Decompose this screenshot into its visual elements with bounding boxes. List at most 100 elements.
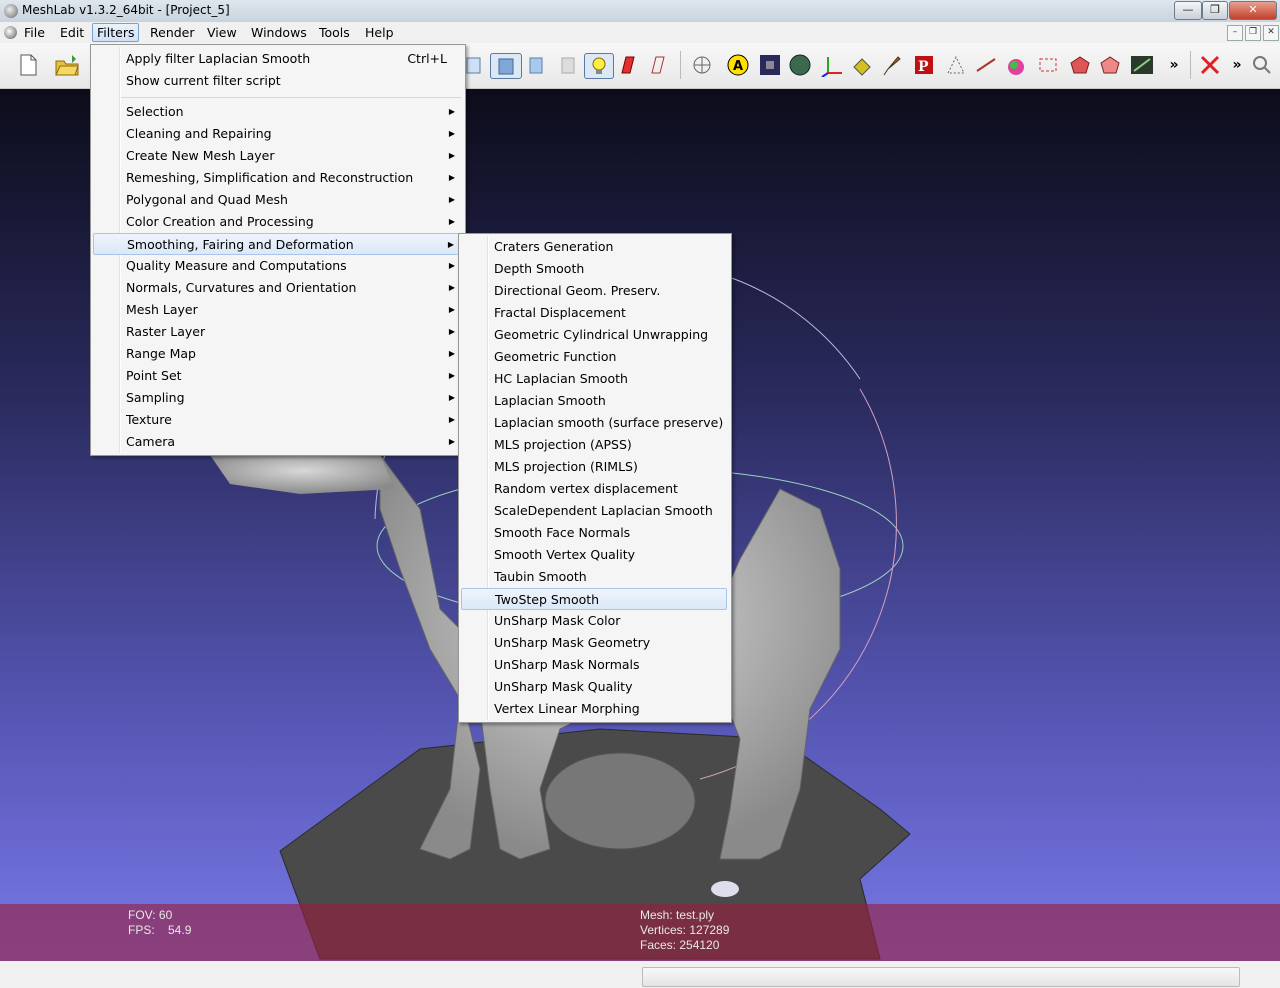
rainbow-paint-icon[interactable] (1004, 53, 1028, 77)
menu-item-label: Taubin Smooth (494, 569, 587, 584)
filter-category-polygonal-quad[interactable]: Polygonal and Quad Mesh ▶ (93, 189, 463, 211)
smoothing-filter-item[interactable]: Depth Smooth (461, 258, 727, 280)
select-faces-icon[interactable] (1036, 53, 1060, 77)
flat-lines-render-icon[interactable] (490, 53, 522, 79)
smoothing-filter-item[interactable]: Taubin Smooth (461, 566, 727, 588)
mdi-document-icon[interactable] (4, 26, 17, 39)
menu-item-label: Fractal Displacement (494, 305, 626, 320)
smoothing-filter-item[interactable]: Smooth Face Normals (461, 522, 727, 544)
submenu-arrow-icon: ▶ (448, 195, 455, 204)
filter-category-smoothing-fairing[interactable]: Smoothing, Fairing and Deformation ▶ (93, 233, 463, 255)
menu-item-label: Create New Mesh Layer (126, 148, 275, 163)
axes-icon[interactable] (820, 53, 844, 78)
smooth-render-icon[interactable] (524, 53, 548, 77)
new-project-icon[interactable] (16, 53, 40, 77)
open-folder-icon[interactable] (54, 53, 79, 77)
filter-category-quality-measure[interactable]: Quality Measure and Computations ▶ (93, 255, 463, 277)
submenu-arrow-icon: ▶ (448, 261, 455, 270)
smoothing-filter-item[interactable]: UnSharp Mask Color (461, 610, 727, 632)
mdi-minimize-button[interactable]: – (1227, 25, 1243, 41)
menu-item-label: Apply filter Laplacian Smooth (126, 51, 311, 66)
smoothing-filter-item[interactable]: Craters Generation (461, 236, 727, 258)
fps-label: FPS: 54.9 (128, 923, 192, 937)
close-button[interactable]: ✕ (1229, 1, 1277, 20)
apply-last-filter-item[interactable]: Apply filter Laplacian Smooth Ctrl+L (93, 48, 463, 70)
smoothing-filter-item[interactable]: UnSharp Mask Quality (461, 676, 727, 698)
smoothing-filter-item[interactable]: HC Laplacian Smooth (461, 368, 727, 390)
maximize-button[interactable]: ❐ (1202, 1, 1228, 20)
pickpoints-icon[interactable]: P (912, 53, 936, 77)
align-tool-icon[interactable] (1130, 53, 1154, 77)
annotation-icon[interactable]: A (726, 53, 750, 77)
smoothing-filter-item[interactable]: Directional Geom. Preserv. (461, 280, 727, 302)
smoothing-filter-item[interactable]: UnSharp Mask Normals (461, 654, 727, 676)
menu-filters[interactable]: Filters (92, 23, 140, 42)
light-on-icon[interactable] (584, 53, 614, 79)
select-z-painting-icon[interactable] (1098, 53, 1122, 77)
filter-category-sampling[interactable]: Sampling ▶ (93, 387, 463, 409)
smoothing-filter-item[interactable]: Random vertex displacement (461, 478, 727, 500)
backface-culling-icon[interactable] (646, 53, 670, 77)
smoothing-filter-item[interactable]: Smooth Vertex Quality (461, 544, 727, 566)
filter-category-selection[interactable]: Selection ▶ (93, 101, 463, 123)
toolbar-overflow-left[interactable]: » (1164, 53, 1184, 77)
menu-item-label: Smooth Vertex Quality (494, 547, 636, 562)
smoothing-filter-item[interactable]: Fractal Displacement (461, 302, 727, 324)
show-filter-script-item[interactable]: Show current filter script (93, 70, 463, 92)
submenu-arrow-icon: ▶ (448, 129, 455, 138)
filter-category-normals-curvatures[interactable]: Normals, Curvatures and Orientation ▶ (93, 277, 463, 299)
smoothing-filter-item[interactable]: Vertex Linear Morphing (461, 698, 727, 720)
filter-category-camera[interactable]: Camera ▶ (93, 431, 463, 453)
menu-item-label: Sampling (126, 390, 185, 405)
filter-category-range-map[interactable]: Range Map ▶ (93, 343, 463, 365)
filter-category-color-creation[interactable]: Color Creation and Processing ▶ (93, 211, 463, 233)
smoothing-filter-item[interactable]: Geometric Cylindrical Unwrapping (461, 324, 727, 346)
menu-help[interactable]: Help (361, 24, 398, 41)
select-vertices-icon[interactable] (944, 53, 968, 77)
smoothing-filter-item[interactable]: MLS projection (APSS) (461, 434, 727, 456)
submenu-arrow-icon: ▶ (448, 151, 455, 160)
filter-category-mesh-layer[interactable]: Mesh Layer ▶ (93, 299, 463, 321)
submenu-arrow-icon: ▶ (448, 305, 455, 314)
measure-icon[interactable] (974, 53, 998, 77)
paint-bucket-icon[interactable] (850, 53, 874, 77)
filter-category-create-mesh-layer[interactable]: Create New Mesh Layer ▶ (93, 145, 463, 167)
close-mesh-icon[interactable] (1198, 53, 1222, 77)
menu-render[interactable]: Render (146, 24, 199, 41)
menu-item-label: Show current filter script (126, 73, 281, 88)
smoothing-filter-item[interactable]: Laplacian smooth (surface preserve) (461, 412, 727, 434)
texture-render-icon[interactable] (556, 53, 580, 77)
minimize-button[interactable]: — (1174, 1, 1202, 20)
raster-camera-icon[interactable] (758, 53, 782, 77)
menu-file[interactable]: File (20, 24, 49, 41)
trackball-icon[interactable] (690, 53, 714, 77)
smoothing-filter-item[interactable]: ScaleDependent Laplacian Smooth (461, 500, 727, 522)
smoothing-filter-item[interactable]: Laplacian Smooth (461, 390, 727, 412)
mdi-restore-button[interactable]: ❐ (1245, 25, 1261, 41)
filter-category-remeshing[interactable]: Remeshing, Simplification and Reconstruc… (93, 167, 463, 189)
menu-view[interactable]: View (203, 24, 241, 41)
filter-category-raster-layer[interactable]: Raster Layer ▶ (93, 321, 463, 343)
search-icon[interactable] (1250, 53, 1274, 77)
brush-icon[interactable] (880, 53, 904, 77)
menu-item-label: Range Map (126, 346, 196, 361)
menu-tools[interactable]: Tools (315, 24, 354, 41)
horse-head (210, 455, 395, 494)
sphere-mesh-icon[interactable] (788, 53, 812, 77)
menu-item-label: UnSharp Mask Geometry (494, 635, 651, 650)
toolbar-overflow-right[interactable]: » (1228, 53, 1246, 77)
menu-item-label: Remeshing, Simplification and Reconstruc… (126, 170, 414, 185)
double-side-lighting-icon[interactable] (616, 53, 640, 77)
smoothing-filter-item[interactable]: TwoStep Smooth (461, 588, 727, 610)
mdi-close-button[interactable]: ✕ (1263, 25, 1279, 41)
smoothing-filter-item[interactable]: UnSharp Mask Geometry (461, 632, 727, 654)
menu-edit[interactable]: Edit (56, 24, 88, 41)
filter-category-cleaning-repairing[interactable]: Cleaning and Repairing ▶ (93, 123, 463, 145)
select-connected-icon[interactable] (1068, 53, 1092, 77)
filter-category-point-set[interactable]: Point Set ▶ (93, 365, 463, 387)
toolbar-separator (1190, 51, 1191, 79)
filter-category-texture[interactable]: Texture ▶ (93, 409, 463, 431)
smoothing-filter-item[interactable]: MLS projection (RIMLS) (461, 456, 727, 478)
menu-windows[interactable]: Windows (247, 24, 311, 41)
smoothing-filter-item[interactable]: Geometric Function (461, 346, 727, 368)
